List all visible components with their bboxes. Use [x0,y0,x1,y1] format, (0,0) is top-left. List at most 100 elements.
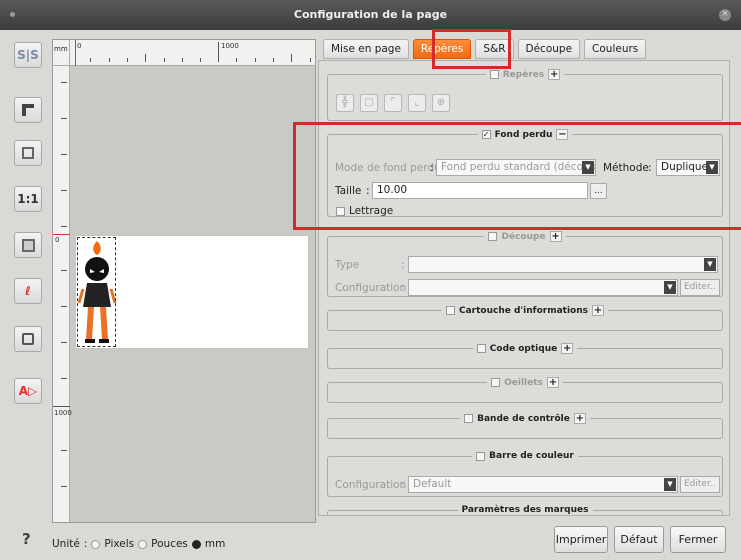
mode-fond-perdu-label: Mode de fond perdu [335,162,441,174]
default-button[interactable]: Défaut [614,526,664,553]
horizontal-ruler[interactable]: 0 1000 [70,40,315,66]
section-cartouche-legend: Cartouche d'informations + [442,305,608,316]
ruler-tick [61,190,67,191]
ruler-tick [291,54,292,62]
ruler-tick [61,226,67,227]
window-title: Configuration de la page [293,8,448,21]
ruler-tick [61,154,67,155]
mode-fond-perdu-value: Fond perdu standard (découpe) [441,161,596,173]
bande-controle-expand-button[interactable]: + [573,413,586,424]
ruler-tick [61,378,67,379]
ruler-unit: mm [53,40,70,66]
close-button[interactable]: Fermer [670,526,726,553]
cartouche-expand-button[interactable]: + [592,305,604,316]
mode-fond-perdu-select[interactable]: Fond perdu standard (découpe) ▼ [436,159,596,176]
slug-marks-icon[interactable]: ⌞ [408,94,426,112]
reperes-label: Repères [502,69,545,80]
selection-frame[interactable] [77,237,116,347]
lettrage-label: Lettrage [349,205,394,217]
ruler-left-mark: 1000 [54,409,72,417]
section-bande-controle-legend: Bande de contrôle + [460,413,590,424]
code-optique-label: Code optique [489,343,558,354]
tab-decoupe[interactable]: Découpe [517,39,581,59]
code-optique-checkbox[interactable] [476,344,486,353]
fond-perdu-collapse-button[interactable]: − [556,129,569,140]
title-bar: Configuration de la page × [0,0,741,30]
tab-content-reperes: Repères + ╬ □ ⌜ ⌞ ⊕ ✓ Fond perdu − Mode … [318,60,730,516]
parametres-label: Paramètres des marques [461,505,589,515]
print-button[interactable]: Imprimer [554,526,608,553]
section-fond-perdu-legend: ✓ Fond perdu − [478,129,573,140]
tab-couleurs[interactable]: Couleurs [584,39,647,59]
close-icon[interactable]: × [719,9,731,21]
ruler-tick [61,486,67,487]
barre-edit-button[interactable]: Editer.. [680,476,720,493]
unit-label: Unité [52,538,80,550]
decoupe-expand-button[interactable]: + [549,231,562,242]
oeillets-label: Oeillets [504,377,543,388]
mode-colon: : [430,162,434,174]
tab-mise-en-page[interactable]: Mise en page [323,39,409,59]
decoupe-edit-button[interactable]: Editer.. [680,279,720,296]
ruler-tick [310,58,311,62]
section-reperes-legend: Repères + [486,69,564,80]
ruler-origin-mark [75,40,76,66]
ruler-tick [255,58,256,62]
unit-pixels-radio[interactable] [91,539,101,549]
unit-pouces-radio[interactable] [138,539,148,549]
chevron-down-icon: ▼ [664,281,676,294]
taille-input[interactable]: 10.00 [372,182,588,199]
link-button[interactable]: ℓ [14,278,42,304]
oeillets-expand-button[interactable]: + [546,377,559,388]
ruler-origin-mark [53,234,70,235]
decoupe-type-select[interactable]: ▼ [408,256,718,273]
ruler-tick [182,58,183,62]
corner-marks-icon[interactable]: ⌜ [384,94,402,112]
vertical-ruler[interactable]: 0 1000 [53,66,72,522]
actual-size-button[interactable]: 1:1 [14,186,42,212]
spread-toggle-button[interactable]: S|S [14,42,42,68]
taille-more-button[interactable]: ... [590,183,607,199]
oeillets-checkbox[interactable] [491,378,501,387]
unit-mm-radio[interactable] [191,539,201,549]
bande-controle-checkbox[interactable] [464,414,474,423]
align-left-icon [22,104,34,116]
tab-s-and-r[interactable]: S&R [475,39,514,59]
chevron-down-icon: ▼ [664,478,676,491]
ruler-tick [109,58,110,62]
code-optique-expand-button[interactable]: + [561,343,574,354]
text-direction-button[interactable]: A▷ [14,378,42,404]
methode-select[interactable]: Dupliquer ▼ [656,159,720,176]
align-left-button[interactable] [14,97,42,123]
ruler-tick [273,58,274,62]
tab-reperes[interactable]: Repères [412,39,472,59]
decoupe-config-select[interactable]: ▼ [408,279,678,296]
reperes-expand-button[interactable]: + [548,69,561,80]
section-barre-couleur-legend: Barre de couleur [472,451,578,461]
frame-button[interactable] [14,326,42,352]
barre-config-select[interactable]: Default ▼ [408,476,678,493]
registration-marks-icon[interactable]: ⊕ [432,94,450,112]
decoupe-label: Découpe [501,231,546,242]
barre-config-label: Configuration [335,479,407,491]
cartouche-checkbox[interactable] [445,306,455,315]
page-preview[interactable]: mm 0 1000 0 1000 [52,39,316,523]
bleed-marks-icon[interactable]: □ [360,94,378,112]
decoupe-type-label: Type [335,259,360,271]
fit-window-button[interactable] [14,232,42,258]
reperes-checkbox[interactable] [489,70,499,79]
actual-size-icon: 1:1 [17,192,39,206]
lettrage-checkbox[interactable] [336,207,345,216]
ruler-tick [61,82,67,83]
section-decoupe: Découpe + Type : ▼ Configuration : ▼ Edi… [327,231,723,297]
fit-page-button[interactable] [14,140,42,166]
link-icon: ℓ [25,284,31,298]
barre-couleur-checkbox[interactable] [476,451,486,461]
section-reperes: Repères + ╬ □ ⌜ ⌞ ⊕ [327,69,723,121]
decoupe-checkbox[interactable] [488,232,498,241]
help-icon[interactable]: ? [22,530,31,548]
ruler-tick [236,58,237,62]
section-code-optique: Code optique + [327,343,723,369]
fond-perdu-checkbox[interactable]: ✓ [481,130,491,139]
crop-marks-icon[interactable]: ╬ [336,94,354,112]
